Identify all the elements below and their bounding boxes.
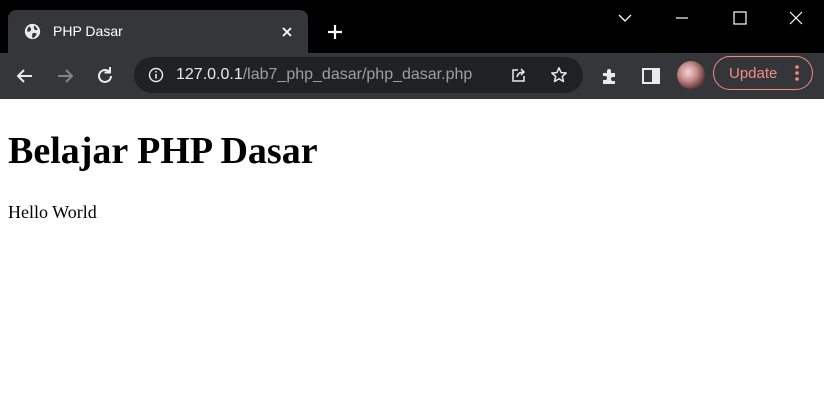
browser-toolbar: 127.0.0.1/lab7_php_dasar/php_dasar.php U… [0, 53, 824, 99]
close-window-icon[interactable] [788, 10, 804, 26]
back-arrow-icon[interactable] [14, 65, 36, 87]
extensions-puzzle-icon[interactable] [599, 65, 621, 87]
tab-title: PHP Dasar [53, 23, 123, 39]
profile-avatar[interactable] [677, 61, 705, 89]
side-panel-icon[interactable] [640, 65, 662, 87]
update-button-label: Update [729, 65, 778, 82]
forward-arrow-icon[interactable] [54, 65, 76, 87]
share-icon[interactable] [510, 66, 528, 84]
globe-icon [24, 23, 41, 40]
update-button[interactable]: Update [713, 56, 813, 90]
url-path: /lab7_php_dasar/php_dasar.php [242, 66, 473, 83]
more-menu-icon[interactable] [794, 64, 800, 82]
close-tab-icon[interactable] [279, 24, 295, 40]
tab-search-chevron-icon[interactable] [617, 10, 633, 26]
page-heading: Belajar PHP Dasar [8, 130, 318, 172]
hello-paragraph: Hello World [8, 202, 97, 222]
minimize-icon[interactable] [674, 10, 690, 26]
bookmark-star-icon[interactable] [550, 66, 568, 84]
url-host: 127.0.0.1 [176, 66, 243, 83]
page-content: Belajar PHP Dasar Hello World [0, 99, 824, 410]
reload-icon[interactable] [94, 65, 116, 87]
site-info-icon[interactable] [148, 67, 164, 83]
maximize-icon[interactable] [732, 10, 748, 26]
address-bar[interactable]: 127.0.0.1/lab7_php_dasar/php_dasar.php [134, 57, 583, 93]
url-text[interactable]: 127.0.0.1/lab7_php_dasar/php_dasar.php [176, 66, 472, 84]
browser-title-bar: PHP Dasar [0, 0, 824, 53]
tab-php-dasar[interactable]: PHP Dasar [8, 10, 308, 53]
new-tab-icon[interactable] [326, 23, 344, 41]
